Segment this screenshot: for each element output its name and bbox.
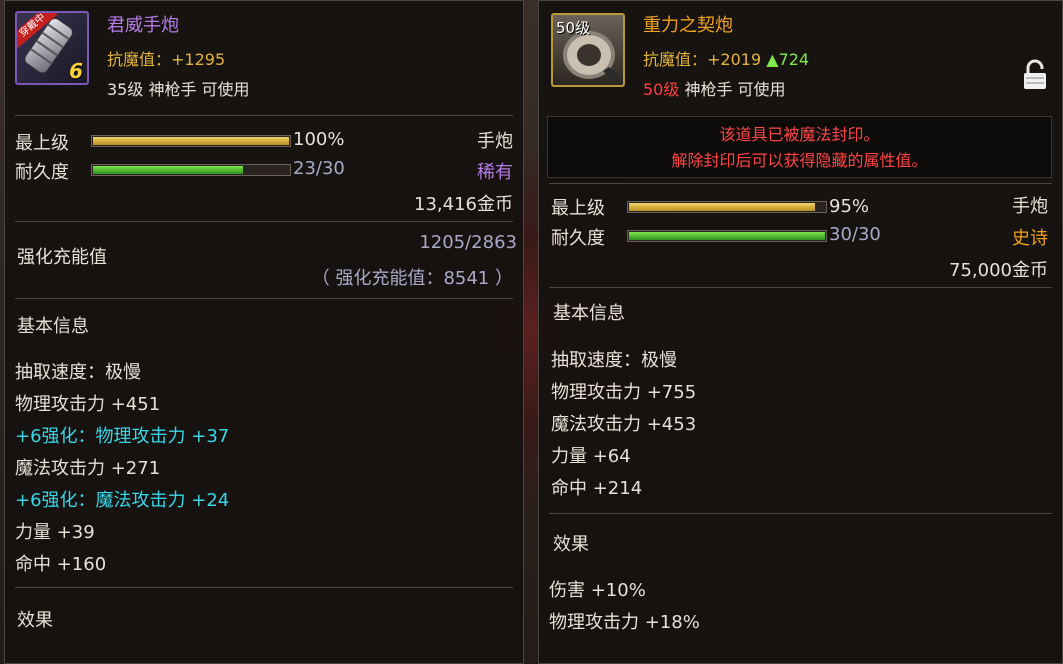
- effect-line: 伤害 +10%: [549, 580, 646, 601]
- grade-bar-fill: [629, 203, 816, 211]
- seal-notice-line: 该道具已被魔法封印。: [719, 125, 880, 144]
- rarity-label: 史诗: [1012, 228, 1048, 249]
- stat-line: 命中 +214: [551, 478, 643, 499]
- requirement-class: 神枪手 可使用: [684, 80, 786, 99]
- item-name: 重力之契炮: [643, 15, 733, 36]
- grade-label: 最上级: [551, 198, 605, 219]
- durability-bar-fill: [93, 166, 244, 174]
- grade-bar: [91, 135, 291, 147]
- cannon-item-icon[interactable]: 穿戴中 6: [15, 11, 89, 85]
- requirement-level: 50级: [643, 80, 680, 99]
- divider: [15, 115, 513, 116]
- charge-sub-value: （ 强化充能值：8541 ）: [311, 268, 513, 289]
- grade-bar: [627, 201, 827, 213]
- durability-value: 23/30: [293, 158, 345, 179]
- resist-base: 抗魔值：+2019: [643, 50, 762, 69]
- rarity-label: 稀有: [477, 162, 513, 183]
- stat-line: 抽取速度：极慢: [15, 362, 141, 383]
- resist-value: 抗魔值：+2019 ▲724: [643, 46, 809, 70]
- resist-delta: ▲724: [766, 50, 810, 69]
- price-value: 13,416金币: [414, 194, 513, 215]
- durability-label: 耐久度: [15, 162, 69, 183]
- seal-notice: 该道具已被魔法封印。 解除封印后可以获得隐藏的属性值。: [547, 116, 1052, 178]
- divider: [549, 287, 1052, 288]
- durability-value: 30/30: [829, 224, 881, 245]
- durability-bar: [627, 230, 827, 242]
- seal-notice-line: 解除封印后可以获得隐藏的属性值。: [671, 151, 928, 170]
- durability-label: 耐久度: [551, 228, 605, 249]
- requirement-text: 35级 神枪手 可使用: [107, 80, 250, 99]
- stat-line: 力量 +64: [551, 446, 631, 467]
- stat-line: 魔法攻击力 +453: [551, 414, 697, 435]
- divider: [549, 513, 1052, 514]
- stat-line: 物理攻击力 +755: [551, 382, 697, 403]
- cannon-item-icon[interactable]: 50级: [551, 13, 625, 87]
- price-value: 75,000金币: [949, 260, 1048, 281]
- item-name: 君威手炮: [107, 15, 179, 36]
- effect-title: 效果: [553, 534, 589, 555]
- compared-item-tooltip: 50级 重力之契炮 抗魔值：+2019 ▲724 50级 神枪手 可使用 该道具…: [538, 0, 1063, 664]
- charge-label: 强化充能值: [17, 247, 107, 268]
- icon-level-label: 50级: [556, 19, 591, 37]
- grade-bar-fill: [93, 137, 289, 145]
- equipped-item-tooltip: 穿戴中 6 君威手炮 抗魔值：+1295 35级 神枪手 可使用 最上级 100…: [4, 0, 524, 664]
- effect-line: 物理攻击力 +18%: [549, 612, 700, 633]
- padlock-icon[interactable]: [1022, 59, 1048, 95]
- stat-line-enhance: +6强化：物理攻击力 +37: [15, 426, 230, 447]
- grade-value: 100%: [293, 129, 345, 150]
- divider: [15, 221, 513, 222]
- stat-line: 抽取速度：极慢: [551, 350, 677, 371]
- stat-line-enhance: +6强化：魔法攻击力 +24: [15, 490, 230, 511]
- durability-bar: [91, 164, 291, 176]
- charge-value: 1205/2863: [419, 232, 517, 253]
- stat-line: 物理攻击力 +451: [15, 394, 161, 415]
- durability-bar-fill: [629, 232, 825, 240]
- divider: [15, 587, 513, 588]
- grade-value: 95%: [829, 196, 870, 217]
- stat-line: 力量 +39: [15, 522, 95, 543]
- divider: [549, 183, 1052, 184]
- divider: [15, 298, 513, 299]
- basic-info-title: 基本信息: [553, 303, 625, 324]
- basic-info-title: 基本信息: [17, 316, 89, 337]
- item-type: 手炮: [1012, 196, 1048, 217]
- effect-title: 效果: [17, 610, 53, 631]
- stat-line: 命中 +160: [15, 554, 107, 575]
- grade-label: 最上级: [15, 133, 69, 154]
- enhance-level-number: 6: [69, 59, 83, 83]
- item-type: 手炮: [477, 131, 513, 152]
- stat-line: 魔法攻击力 +271: [15, 458, 161, 479]
- requirement-text: 50级 神枪手 可使用: [643, 76, 786, 100]
- resist-value: 抗魔值：+1295: [107, 50, 226, 69]
